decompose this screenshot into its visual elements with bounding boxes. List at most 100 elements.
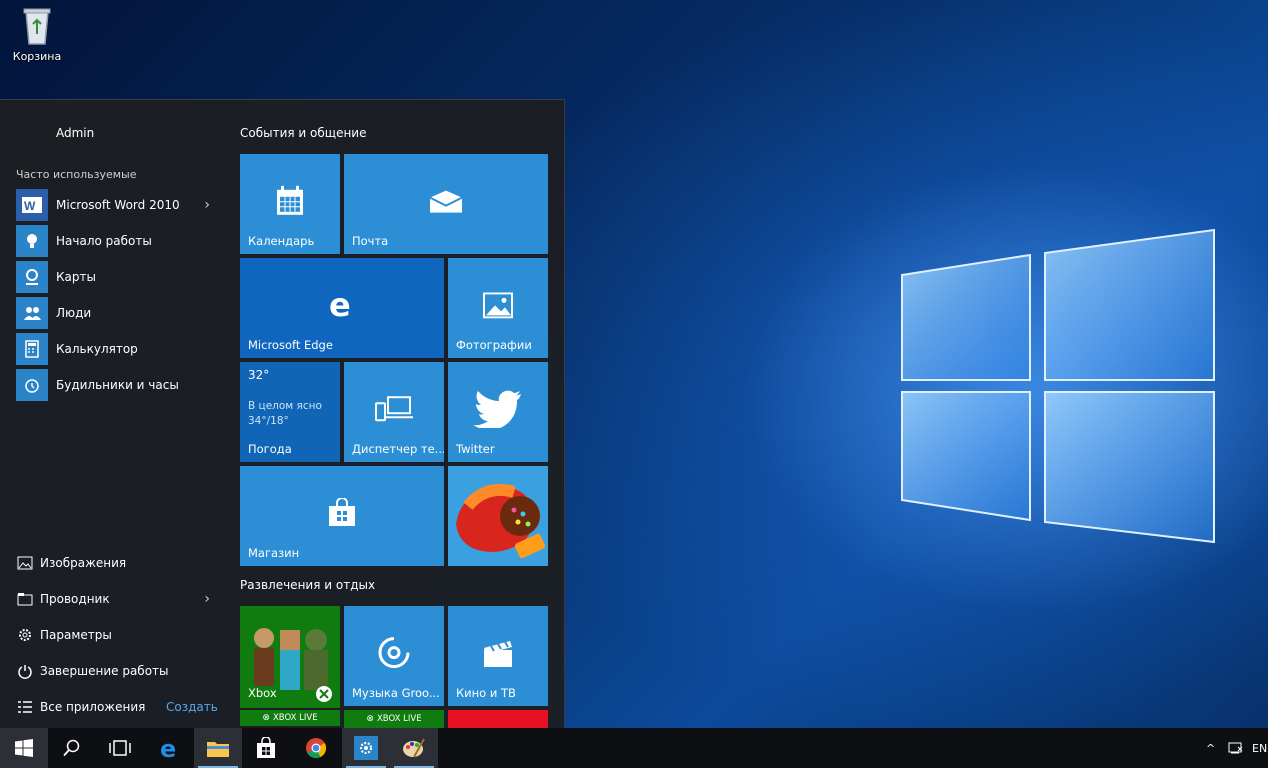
app-item-people[interactable]: Люди <box>16 297 216 329</box>
word-icon: W <box>16 189 48 221</box>
tile-label: Погода <box>248 442 292 456</box>
tile-movies-tv[interactable]: Кино и ТВ <box>448 606 548 706</box>
tile-twitter[interactable]: Twitter <box>448 362 548 462</box>
file-explorer-icon <box>16 590 34 608</box>
tile-calendar[interactable]: Календарь <box>240 154 340 254</box>
svg-text:W: W <box>24 199 36 213</box>
tile-xbox[interactable]: Xbox ⊗ XBOX LIVE <box>240 606 340 726</box>
app-item-label: Люди <box>56 306 92 320</box>
recycle-bin[interactable]: Корзина <box>8 6 66 63</box>
groove-music-icon <box>378 636 411 669</box>
tile-label: Microsoft Edge <box>248 338 333 352</box>
app-item-alarms[interactable]: Будильники и часы <box>16 369 216 401</box>
all-apps-icon <box>16 698 34 716</box>
tile-label: Почта <box>352 234 389 248</box>
sys-item-explorer[interactable]: Проводник › <box>16 587 216 611</box>
app-item-calculator[interactable]: Калькулятор <box>16 333 216 365</box>
taskbar-edge[interactable]: e <box>146 728 194 768</box>
sys-item-power[interactable]: Завершение работы <box>16 659 216 683</box>
photos-icon <box>483 292 513 319</box>
tile-label: Календарь <box>248 234 315 248</box>
app-item-label: Microsoft Word 2010 <box>56 198 180 212</box>
search-button[interactable] <box>48 728 96 768</box>
language-indicator[interactable]: EN <box>1252 728 1267 768</box>
app-item-label: Начало работы <box>56 234 152 248</box>
recycle-bin-label: Корзина <box>12 50 62 63</box>
tile-label: Xbox <box>248 686 277 700</box>
app-item-label: Калькулятор <box>56 342 138 356</box>
tile-weather[interactable]: 32° В целом ясно 34°/18° Погода <box>240 362 340 462</box>
paint-palette-icon <box>403 738 425 758</box>
taskbar-store[interactable] <box>242 728 290 768</box>
xbox-live-label: XBOX LIVE <box>376 714 422 724</box>
task-view-button[interactable] <box>96 728 144 768</box>
gear-icon <box>16 626 34 644</box>
chevron-right-icon[interactable]: › <box>204 591 210 607</box>
sys-item-label: Параметры <box>40 628 112 642</box>
alarm-clock-icon <box>16 369 48 401</box>
xbox-live-badge: ⊗ XBOX LIVE <box>240 708 340 726</box>
xbox-live-label: XBOX LIVE <box>272 713 318 723</box>
candy-crush-icon <box>456 483 546 559</box>
svg-text:e: e <box>160 737 176 759</box>
taskbar-settings[interactable] <box>342 728 390 768</box>
tile-mail[interactable]: Почта <box>344 154 548 254</box>
folder-icon <box>207 742 229 757</box>
store-bag-icon <box>257 737 275 758</box>
people-icon <box>16 297 48 329</box>
phone-laptop-icon <box>375 396 413 422</box>
calculator-icon <box>16 333 48 365</box>
app-item-get-started[interactable]: Начало работы <box>16 225 216 257</box>
tile-groove-music[interactable]: Музыка Groo... <box>344 606 444 706</box>
group-heading-play[interactable]: Развлечения и отдых <box>240 578 375 592</box>
sys-item-label: Изображения <box>40 556 127 570</box>
search-icon <box>63 739 80 757</box>
start-menu-left-column: Admin Часто используемые W Microsoft Wor… <box>0 100 222 729</box>
svg-text:e: e <box>329 290 351 320</box>
taskbar-chrome[interactable] <box>292 728 340 768</box>
twitter-bird-icon <box>473 390 521 428</box>
user-name: Admin <box>56 126 95 140</box>
mail-icon <box>429 190 463 213</box>
user-account[interactable]: Admin <box>56 126 94 140</box>
tile-photos[interactable]: Фотографии <box>448 258 548 358</box>
sys-item-settings[interactable]: Параметры <box>16 623 216 647</box>
show-hidden-icons[interactable]: ^ <box>1206 728 1215 768</box>
sys-item-label: Завершение работы <box>40 664 169 678</box>
xbox-logo-icon: ⊗ <box>262 713 270 723</box>
weather-description: В целом ясно <box>248 400 322 412</box>
gear-icon <box>354 736 378 760</box>
most-used-heading: Часто используемые <box>16 168 137 181</box>
tile-store[interactable]: Магазин <box>240 466 444 566</box>
tile-edge[interactable]: e Microsoft Edge <box>240 258 444 358</box>
tile-label: Кино и ТВ <box>456 686 516 700</box>
app-item-word[interactable]: W Microsoft Word 2010 › <box>16 189 216 221</box>
maps-icon <box>16 261 48 293</box>
create-link[interactable]: Создать <box>166 700 218 714</box>
chevron-right-icon[interactable]: › <box>204 197 210 213</box>
app-item-maps[interactable]: Карты <box>16 261 216 293</box>
taskbar: e ^ EN <box>0 728 1268 768</box>
tile-phone-companion[interactable]: Диспетчер те... <box>344 362 444 462</box>
store-bag-icon <box>329 498 355 526</box>
tile-candy-crush[interactable] <box>448 466 548 566</box>
lightbulb-icon <box>16 225 48 257</box>
network-tray[interactable] <box>1228 728 1244 768</box>
tile-label: Музыка Groo... <box>352 686 440 700</box>
app-item-label: Будильники и часы <box>56 378 179 392</box>
xbox-logo-icon: ⊗ <box>366 714 374 724</box>
start-button[interactable] <box>0 728 48 768</box>
tile-red-partial[interactable] <box>448 710 548 728</box>
weather-temperature: 32° <box>248 368 270 382</box>
calendar-icon <box>277 185 303 215</box>
taskbar-file-explorer[interactable] <box>194 728 242 768</box>
start-menu: Admin Часто используемые W Microsoft Wor… <box>0 99 565 728</box>
recycle-bin-icon <box>20 6 54 46</box>
taskbar-paint[interactable] <box>390 728 438 768</box>
tile-label: Twitter <box>456 442 495 456</box>
group-heading-life[interactable]: События и общение <box>240 126 367 140</box>
chevron-up-icon: ^ <box>1206 741 1216 755</box>
sys-item-pictures[interactable]: Изображения <box>16 551 216 575</box>
task-view-icon <box>109 740 131 756</box>
windows-logo-wallpaper <box>901 228 1215 544</box>
